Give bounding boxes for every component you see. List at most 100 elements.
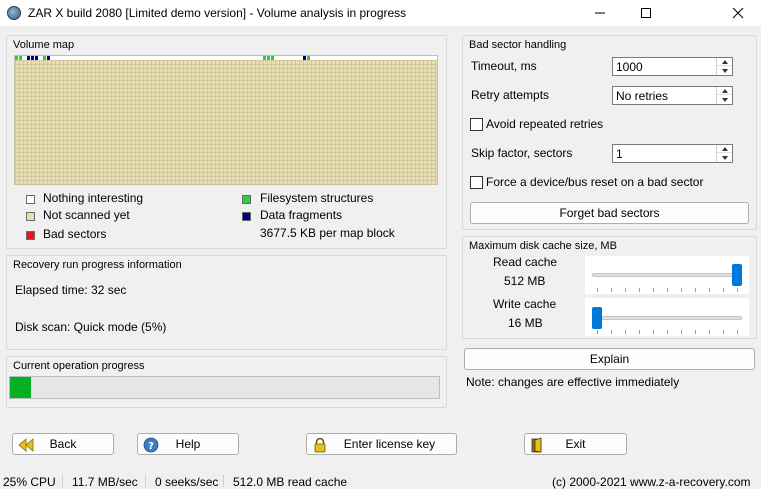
slider-tick bbox=[737, 288, 738, 292]
slider-tick bbox=[681, 330, 682, 334]
legend-nothing-swatch bbox=[26, 195, 35, 204]
recovery-info-group: Recovery run progress information bbox=[6, 255, 447, 350]
license-key-button[interactable]: Enter license key bbox=[306, 433, 457, 455]
forget-bad-sectors-button[interactable]: Forget bad sectors bbox=[470, 202, 749, 224]
retry-label: Retry attempts bbox=[471, 88, 550, 102]
help-button[interactable]: ? Help bbox=[137, 433, 239, 455]
write-cache-value: 16 MB bbox=[508, 316, 543, 330]
slider-tick bbox=[723, 330, 724, 334]
elapsed-time: Elapsed time: 32 sec bbox=[15, 283, 127, 297]
read-cache-slider[interactable] bbox=[585, 256, 749, 294]
timeout-spinbox[interactable]: 1000 bbox=[612, 57, 733, 76]
slider-tick bbox=[695, 330, 696, 334]
skip-up-button[interactable] bbox=[717, 145, 732, 153]
arrow-down-icon bbox=[721, 98, 728, 102]
legend-filesystem-swatch bbox=[242, 195, 251, 204]
slider-tick bbox=[653, 330, 654, 334]
slider-tick bbox=[639, 288, 640, 292]
slider-tick bbox=[639, 330, 640, 334]
app-icon bbox=[7, 6, 21, 20]
write-cache-slider[interactable] bbox=[585, 298, 749, 336]
block-size-info: 3677.5 KB per map block bbox=[260, 226, 395, 240]
current-operation-title: Current operation progress bbox=[13, 360, 145, 372]
legend-not-scanned-label: Not scanned yet bbox=[43, 208, 130, 222]
window-title: ZAR X build 2080 [Limited demo version] … bbox=[28, 6, 407, 20]
slider-tick bbox=[709, 288, 710, 292]
help-icon: ? bbox=[143, 437, 159, 453]
legend-bad-swatch bbox=[26, 231, 35, 240]
avoid-retries-checkbox[interactable] bbox=[470, 118, 483, 131]
explain-button[interactable]: Explain bbox=[464, 348, 755, 370]
slider-tick bbox=[667, 330, 668, 334]
force-reset-label: Force a device/bus reset on a bad sector bbox=[486, 175, 704, 189]
arrow-down-icon bbox=[721, 156, 728, 160]
retry-value: No retries bbox=[616, 89, 669, 103]
read-cache-status: 512.0 MB read cache bbox=[233, 475, 348, 489]
slider-tick bbox=[723, 288, 724, 292]
force-reset-checkbox[interactable] bbox=[470, 176, 483, 189]
arrow-up-icon bbox=[721, 146, 728, 151]
svg-text:?: ? bbox=[148, 441, 154, 452]
slider-tick bbox=[625, 288, 626, 292]
slider-tick bbox=[709, 330, 710, 334]
back-button[interactable]: Back bbox=[12, 433, 114, 455]
seek-rate: 0 seeks/sec bbox=[155, 475, 219, 489]
retry-spinbox[interactable]: No retries bbox=[612, 86, 733, 105]
disk-scan-status: Disk scan: Quick mode (5%) bbox=[15, 320, 167, 334]
arrow-up-icon bbox=[721, 88, 728, 93]
write-cache-thumb[interactable] bbox=[592, 307, 602, 329]
arrow-down-icon bbox=[721, 69, 728, 73]
maximize-button[interactable] bbox=[623, 0, 669, 26]
timeout-value: 1000 bbox=[616, 60, 643, 74]
retry-down-button[interactable] bbox=[717, 96, 732, 104]
exit-button[interactable]: Exit bbox=[524, 433, 627, 455]
close-button[interactable] bbox=[715, 0, 761, 26]
minimize-button[interactable] bbox=[577, 0, 623, 26]
read-speed: 11.7 MB/sec bbox=[72, 475, 138, 489]
status-separator bbox=[145, 475, 146, 487]
read-cache-thumb[interactable] bbox=[732, 264, 742, 286]
recovery-info-title: Recovery run progress information bbox=[13, 259, 182, 271]
retry-up-button[interactable] bbox=[717, 87, 732, 95]
bad-sector-title: Bad sector handling bbox=[469, 39, 567, 51]
skip-down-button[interactable] bbox=[717, 154, 732, 162]
skip-factor-label: Skip factor, sectors bbox=[471, 146, 573, 160]
legend-filesystem-label: Filesystem structures bbox=[260, 191, 374, 205]
timeout-up-button[interactable] bbox=[717, 58, 732, 66]
cache-title: Maximum disk cache size, MB bbox=[469, 240, 617, 252]
padlock-icon bbox=[314, 437, 326, 453]
title-bar: ZAR X build 2080 [Limited demo version] … bbox=[0, 0, 761, 26]
slider-tick bbox=[695, 288, 696, 292]
skip-factor-spinbox[interactable]: 1 bbox=[612, 144, 733, 163]
cache-note: Note: changes are effective immediately bbox=[466, 375, 680, 389]
write-cache-track bbox=[592, 316, 742, 320]
exit-label: Exit bbox=[565, 437, 586, 451]
status-separator bbox=[62, 475, 63, 487]
back-label: Back bbox=[49, 437, 77, 451]
retry-spin-buttons bbox=[716, 87, 732, 104]
legend-not-scanned-swatch bbox=[26, 212, 35, 221]
slider-tick bbox=[653, 288, 654, 292]
read-cache-label: Read cache bbox=[493, 255, 558, 269]
slider-tick bbox=[625, 330, 626, 334]
maximize-icon bbox=[641, 8, 651, 18]
volume-map-first-row bbox=[15, 56, 437, 61]
back-arrow-icon bbox=[18, 438, 34, 452]
volume-map-title: Volume map bbox=[13, 39, 75, 51]
timeout-down-button[interactable] bbox=[717, 67, 732, 75]
read-cache-track bbox=[592, 273, 742, 277]
slider-tick bbox=[611, 330, 612, 334]
read-cache-value: 512 MB bbox=[504, 274, 546, 288]
legend-fragments-label: Data fragments bbox=[260, 208, 343, 222]
exit-door-icon bbox=[531, 437, 542, 453]
status-separator bbox=[223, 475, 224, 487]
slider-tick bbox=[611, 288, 612, 292]
slider-tick bbox=[597, 330, 598, 334]
slider-tick bbox=[681, 288, 682, 292]
slider-tick bbox=[597, 288, 598, 292]
help-label: Help bbox=[175, 437, 201, 451]
slider-tick bbox=[667, 288, 668, 292]
cpu-usage: 25% CPU bbox=[3, 475, 56, 489]
timeout-spin-buttons bbox=[716, 58, 732, 75]
copyright: (c) 2000-2021 www.z-a-recovery.com bbox=[552, 475, 751, 489]
